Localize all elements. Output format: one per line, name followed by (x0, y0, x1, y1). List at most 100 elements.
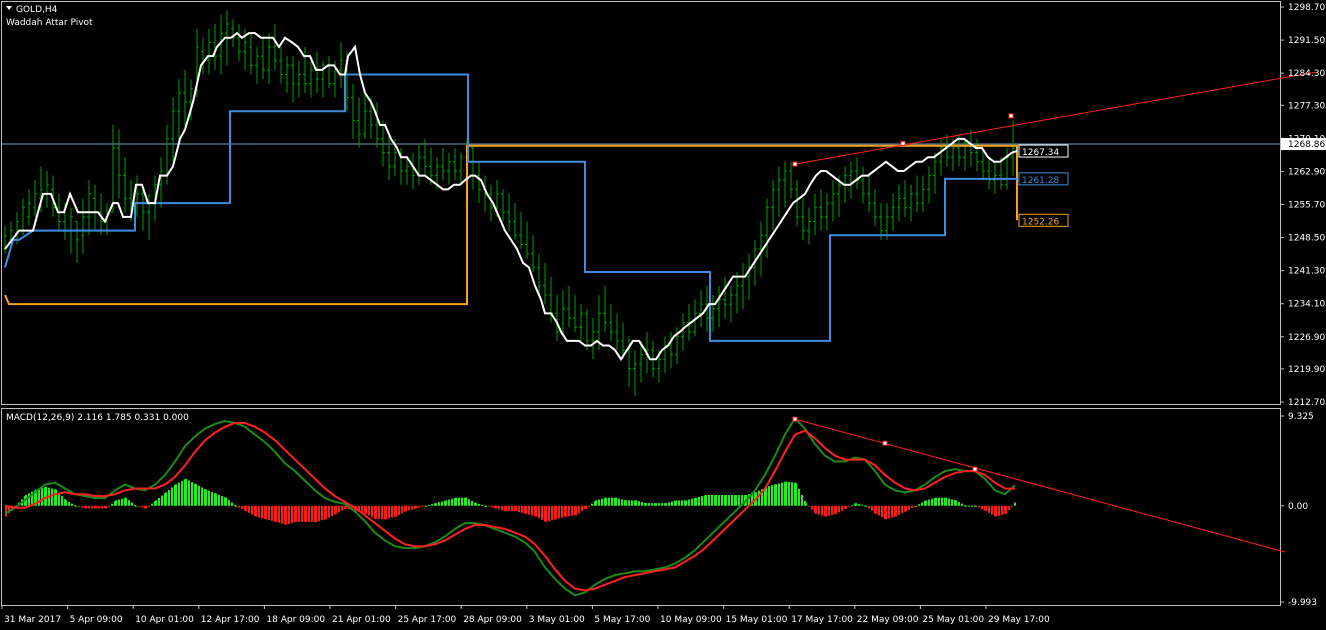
macd-axis-label: -9.993 (1288, 598, 1317, 608)
macd-histogram-bar (171, 487, 173, 506)
macd-histogram-bar (285, 505, 287, 525)
macd-histogram-bar (215, 493, 217, 506)
time-axis-label: 29 May 17:00 (988, 615, 1050, 625)
time-axis-label: 31 Mar 2017 (4, 615, 61, 625)
macd-histogram-bar (591, 503, 593, 506)
macd-trendline-anchor[interactable] (882, 440, 888, 446)
macd-histogram-bar (101, 505, 103, 509)
macd-histogram-bar (965, 505, 967, 507)
macd-histogram-bar (231, 502, 233, 506)
macd-histogram-bar (618, 498, 620, 506)
macd-histogram-bar (68, 502, 70, 506)
macd-histogram-bar (328, 505, 330, 518)
pivot-price-text: 1252.26 (1022, 217, 1059, 227)
macd-histogram-bar (608, 497, 610, 506)
macd-histogram-bar (851, 505, 853, 507)
macd-histogram-bar (471, 500, 473, 506)
macd-histogram-bar (721, 495, 723, 506)
macd-histogram-bar (58, 492, 60, 506)
trendline-anchor[interactable] (1008, 113, 1014, 119)
macd-histogram-bar (135, 505, 137, 507)
macd-histogram-bar (95, 505, 97, 509)
macd-histogram-bar (55, 489, 57, 506)
macd-histogram-bar (271, 505, 273, 521)
macd-histogram-bar (438, 502, 440, 506)
macd-histogram-bar (828, 505, 830, 516)
macd-histogram-bar (871, 505, 873, 511)
macd-histogram-bar (845, 505, 847, 509)
macd-histogram-bar (201, 487, 203, 506)
price-axis-label: 1241.30 (1288, 267, 1325, 277)
macd-histogram-bar (575, 505, 577, 516)
price-axis-label: 1212.70 (1288, 398, 1325, 408)
macd-histogram-bar (655, 503, 657, 506)
macd-histogram-bar (701, 496, 703, 506)
macd-histogram-bar (841, 505, 843, 511)
macd-histogram-bar (875, 505, 877, 514)
macd-histogram-bar (921, 502, 923, 506)
macd-histogram-bar (808, 505, 810, 507)
macd-histogram-bar (71, 503, 73, 506)
macd-histogram-bar (118, 499, 120, 506)
macd-histogram-bar (295, 505, 297, 522)
macd-histogram-bar (278, 505, 280, 523)
macd-histogram-bar (388, 505, 390, 519)
macd-trendline-anchor[interactable] (792, 416, 798, 422)
macd-histogram-bar (218, 494, 220, 506)
macd-histogram-bar (855, 503, 857, 506)
macd-histogram-bar (731, 495, 733, 506)
price-axis-label: 1277.30 (1288, 101, 1325, 111)
symbol-title: GOLD,H4 (16, 5, 58, 15)
trendline-anchor[interactable] (792, 161, 798, 167)
macd-histogram-bar (631, 500, 633, 506)
metatrader-chart[interactable]: 1267.34 1261.28 1252.26 1298.70 1291.50 1284… (0, 0, 1326, 630)
macd-histogram-bar (705, 495, 707, 506)
macd-histogram-bar (801, 495, 803, 506)
macd-histogram-bar (305, 505, 307, 522)
macd-histogram-bar (765, 486, 767, 506)
macd-histogram-bar (891, 505, 893, 518)
macd-histogram-bar (805, 503, 807, 506)
time-axis-label: 15 May 01:00 (726, 615, 788, 625)
macd-histogram-bar (725, 495, 727, 506)
macd-histogram-bar (565, 505, 567, 517)
macd-histogram-bar (291, 505, 293, 524)
macd-histogram-bar (998, 505, 1000, 516)
macd-histogram-bar (578, 505, 580, 514)
macd-histogram-bar (938, 497, 940, 506)
trendline-anchor[interactable] (900, 140, 906, 146)
price-axis-label: 1255.70 (1288, 201, 1325, 211)
macd-histogram-bar (148, 505, 150, 507)
macd-histogram-bar (935, 497, 937, 506)
macd-histogram-bar (545, 505, 547, 522)
macd-trendline-anchor[interactable] (972, 466, 978, 472)
macd-histogram-bar (625, 500, 627, 506)
macd-histogram-bar (381, 505, 383, 520)
macd-histogram-bar (161, 495, 163, 506)
macd-histogram-bar (261, 505, 263, 519)
macd-histogram-bar (228, 500, 230, 506)
macd-histogram-bar (518, 505, 520, 512)
pivot-price-label-blue: 1261.28 (1018, 172, 1069, 186)
macd-histogram-bar (85, 505, 87, 509)
price-axis-label: 1248.50 (1288, 234, 1325, 244)
macd-histogram-bar (831, 505, 833, 515)
macd-histogram-bar (648, 503, 650, 506)
macd-histogram-bar (838, 505, 840, 513)
macd-histogram-bar (145, 505, 147, 509)
macd-histogram-bar (568, 505, 570, 517)
macd-histogram-bar (795, 482, 797, 506)
macd-histogram-bar (595, 500, 597, 506)
macd-histogram-bar (995, 505, 997, 517)
macd-histogram-bar (681, 500, 683, 506)
macd-title: MACD(12,26,9) 2.116 1.785 0.331 0.000 (6, 413, 189, 423)
macd-histogram-bar (485, 505, 487, 507)
macd-histogram-bar (368, 505, 370, 516)
price-axis-label: 1262.90 (1288, 167, 1325, 177)
indicator-name: Waddah Attar Pivot (6, 18, 93, 28)
macd-histogram-bar (878, 505, 880, 516)
macd-histogram-bar (445, 500, 447, 506)
macd-histogram-bar (195, 484, 197, 506)
macd-histogram-bar (605, 497, 607, 506)
macd-histogram-bar (88, 505, 90, 509)
